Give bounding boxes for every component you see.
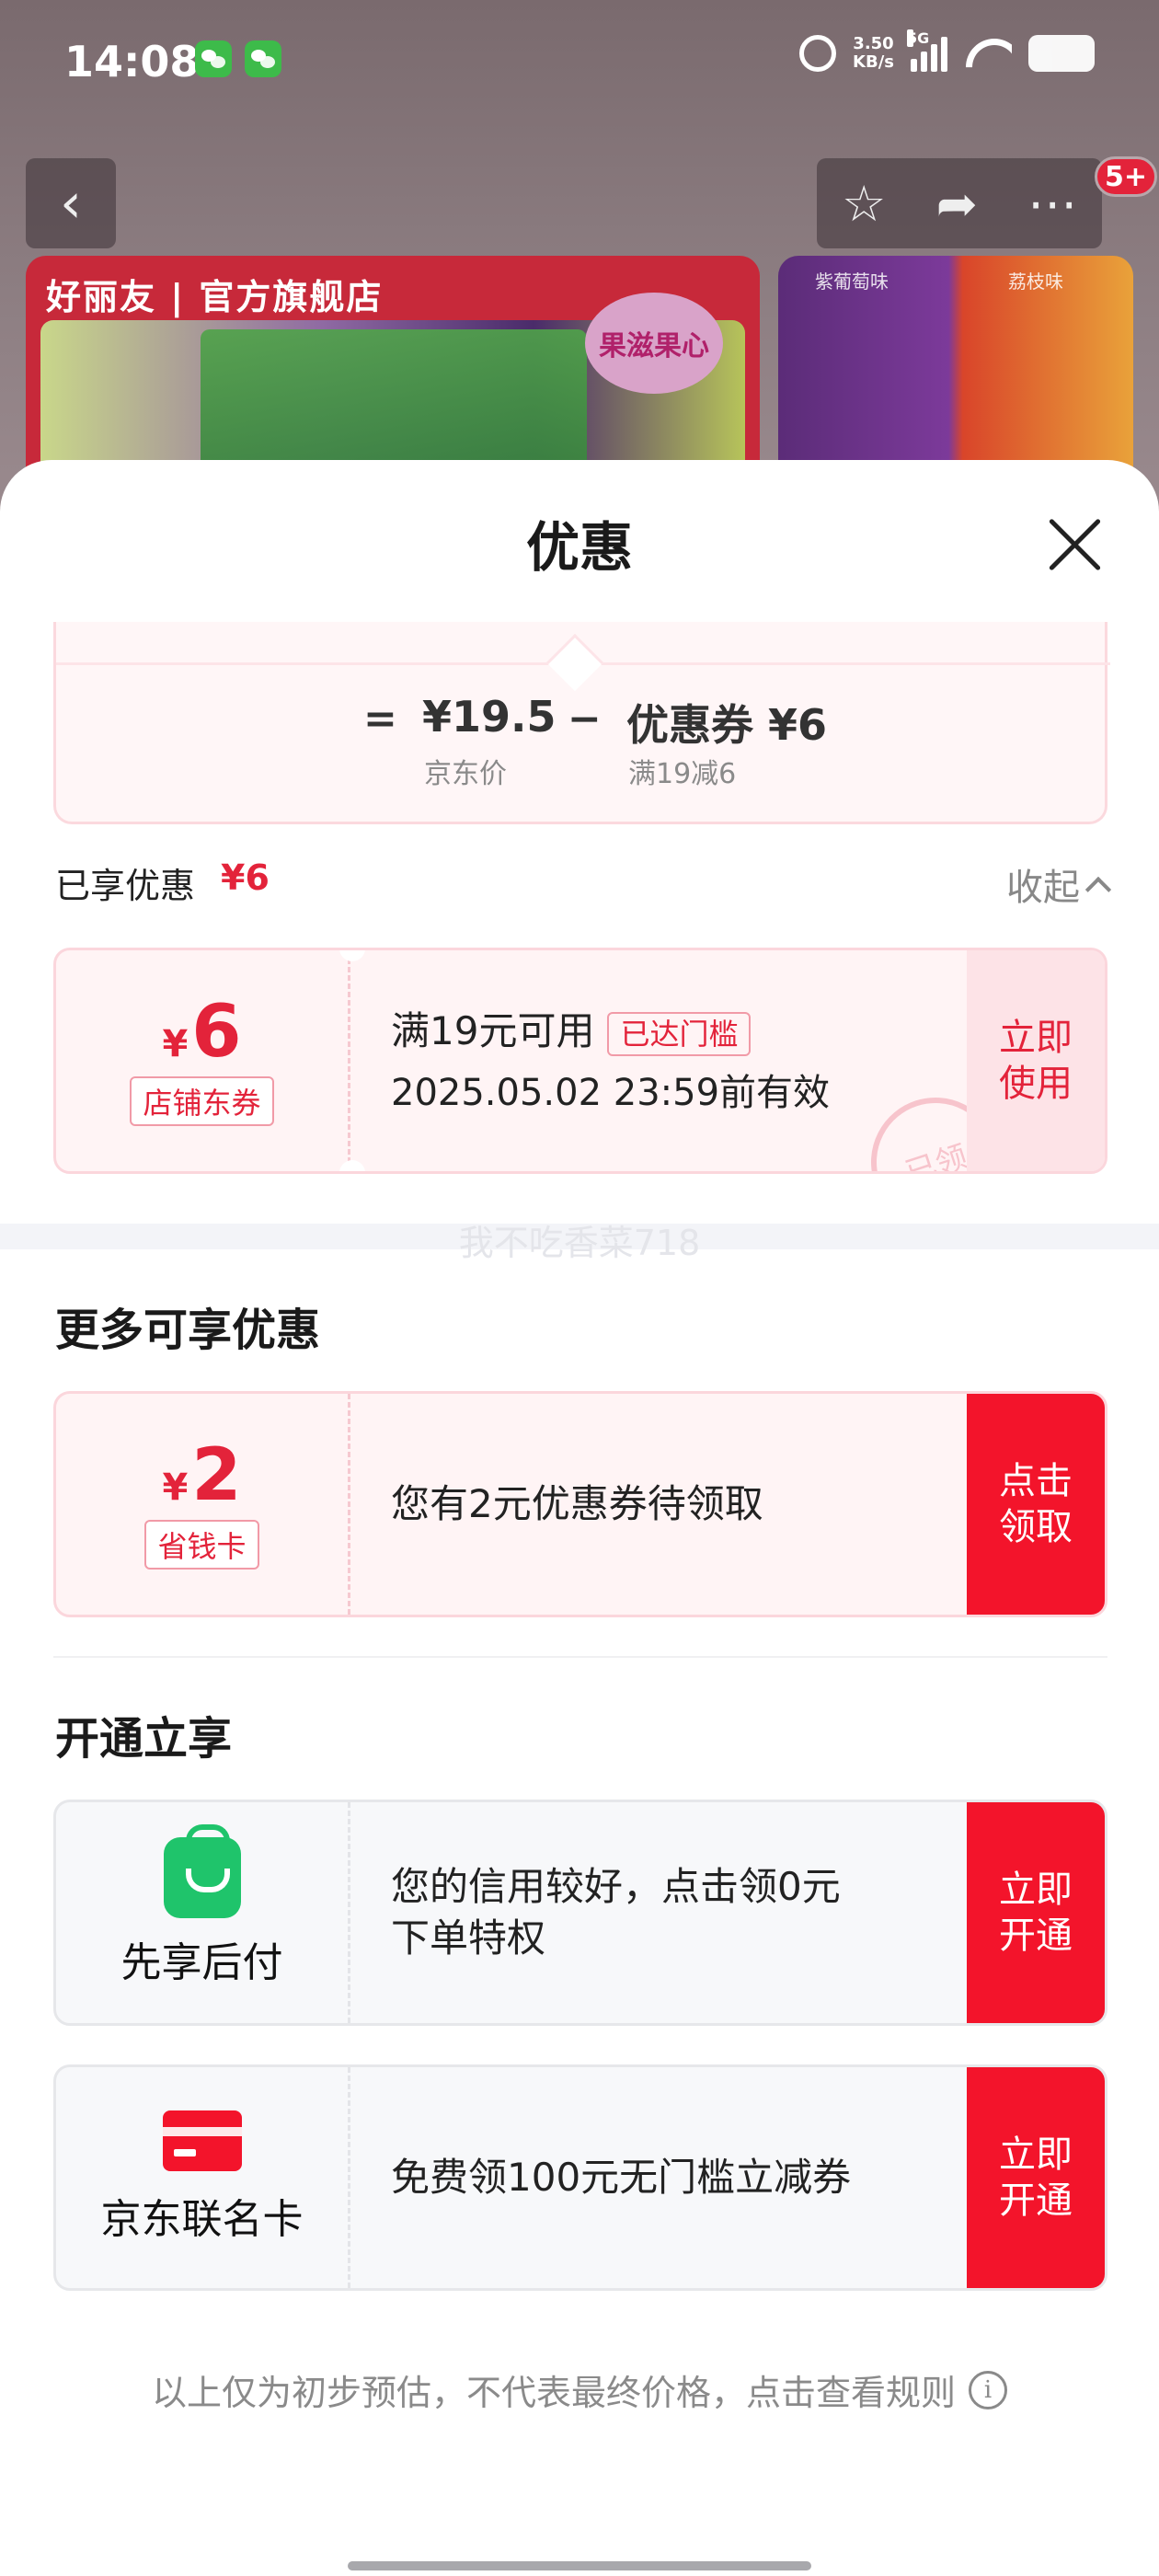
brand-name: 好丽友 | 官方旗舰店: [46, 277, 384, 317]
jd-price: ¥19.5: [422, 692, 557, 742]
coupon-condition: 满19减6: [628, 758, 737, 790]
status-bar: 14:08 3.50 KB/s 5G: [0, 0, 1159, 129]
store-coupon: ¥ 6 店铺东券 满19元可用 已达门槛 2025.05.02 23:59前有效 …: [53, 948, 1107, 1174]
benefit-details: 免费领100元无门槛立减券: [391, 2067, 851, 2288]
price-calculation: = ¥19.5 京东价 − 优惠券 ¥6 满19减6: [53, 622, 1110, 824]
info-icon: i: [969, 2370, 1007, 2409]
shopping-bag-icon: [163, 1824, 241, 1918]
coupon-type-tag: 店铺东券: [130, 1076, 274, 1126]
enjoyed-label: 已享优惠: [55, 866, 196, 906]
wechat-icon: [245, 40, 281, 77]
chevron-left-icon: ‹: [60, 171, 82, 236]
more-discounts-title: 更多可享优惠: [55, 1305, 321, 1356]
benefit-description: 您的信用较好，点击领0元 下单特权: [391, 1864, 841, 1961]
coupon-details: 您有2元优惠券待领取: [391, 1394, 763, 1615]
flavor-label: 紫葡萄味: [815, 270, 889, 293]
coupon-value: ¥ 6: [162, 991, 242, 1074]
benefit-description: 免费领100元无门槛立减券: [391, 2155, 852, 2200]
enjoyed-amount: ¥6: [221, 857, 270, 898]
coupon-value-block: ¥ 2 省钱卡: [56, 1394, 350, 1615]
minus-sign: −: [568, 696, 602, 742]
battery-icon: [1028, 35, 1095, 72]
benefit-icon-block: 先享后付: [56, 1802, 350, 2023]
wechat-icon: [195, 40, 232, 77]
nav-actions: ☆ ➦ ⋯: [817, 158, 1102, 248]
wifi-icon: [964, 35, 1012, 72]
coupon-validity: 2025.05.02 23:59前有效: [391, 1072, 831, 1114]
home-indicator[interactable]: [348, 2561, 811, 2570]
equals-sign: =: [363, 696, 397, 742]
savings-card-coupon: ¥ 2 省钱卡 您有2元优惠券待领取 点击 领取: [53, 1391, 1107, 1617]
benefit-icon-block: 京东联名卡: [56, 2067, 350, 2288]
rules-link[interactable]: 以上仅为初步预估，不代表最终价格，点击查看规则 i: [0, 2364, 1159, 2415]
message-badge: 5+: [1095, 156, 1158, 197]
back-button[interactable]: ‹: [26, 158, 116, 248]
coupon-description: 您有2元优惠券待领取: [391, 1481, 763, 1526]
jd-price-label: 京东价: [424, 758, 507, 790]
discount-sheet: 优惠 = ¥19.5 京东价 − 优惠券 ¥6 满19减6 已享优惠 ¥6 收起…: [0, 460, 1159, 2576]
network-speed: 3.50 KB/s: [853, 34, 894, 72]
coupon-type-tag: 省钱卡: [144, 1520, 259, 1570]
threshold-reached-tag: 已达门槛: [607, 1011, 752, 1056]
more-icon[interactable]: ⋯: [1027, 175, 1077, 233]
sheet-title: 优惠: [525, 516, 633, 579]
benefit-name: 先享后付: [120, 1939, 283, 1986]
pointer-notch: [545, 633, 604, 692]
claim-button[interactable]: 点击 领取: [967, 1394, 1105, 1615]
chevron-up-icon: [1084, 876, 1112, 903]
signal-icon: 5G: [907, 29, 947, 72]
coupon-condition: 满19元可用: [391, 1008, 595, 1053]
alarm-icon: [799, 35, 837, 72]
activate-cobrand-card-button[interactable]: 立即 开通: [967, 2067, 1105, 2288]
status-indicators: 3.50 KB/s 5G: [799, 29, 1095, 72]
open-benefits-title: 开通立享: [55, 1713, 233, 1765]
coupon-notch: [339, 1160, 365, 1171]
share-icon[interactable]: ➦: [936, 175, 978, 233]
close-icon[interactable]: [1045, 515, 1104, 574]
status-time: 14:08: [64, 37, 200, 86]
collapse-button[interactable]: 收起: [1006, 857, 1112, 911]
pay-later-card: 先享后付 您的信用较好，点击领0元 下单特权 立即 开通: [53, 1800, 1107, 2026]
disclaimer-text: 以上仅为初步预估，不代表最终价格，点击查看规则: [151, 2373, 956, 2413]
flavor-label: 荔枝味: [1008, 270, 1063, 293]
product-tag: 果滋果心: [585, 293, 723, 394]
cobrand-card: 京东联名卡 免费领100元无门槛立减券 立即 开通: [53, 2064, 1107, 2291]
watermark: 我不吃香菜718: [458, 1223, 701, 1263]
coupon-details: 满19元可用 已达门槛 2025.05.02 23:59前有效: [391, 950, 830, 1171]
benefit-details: 您的信用较好，点击领0元 下单特权: [391, 1802, 841, 2023]
activate-pay-later-button[interactable]: 立即 开通: [967, 1802, 1105, 2023]
product-page-background: 14:08 3.50 KB/s 5G ‹ ☆ ➦ ⋯ 5+ 好丽友 | 官方旗舰…: [0, 0, 1159, 532]
use-now-button[interactable]: 立即 使用: [967, 950, 1105, 1171]
coupon-value-block: ¥ 6 店铺东券: [56, 950, 350, 1171]
star-icon[interactable]: ☆: [842, 175, 886, 233]
coupon-value: ¥ 2: [162, 1434, 242, 1517]
coupon-amount: 优惠券 ¥6: [626, 700, 828, 750]
credit-card-icon: [162, 2110, 242, 2171]
divider: [53, 1656, 1107, 1658]
benefit-name: 京东联名卡: [100, 2196, 304, 2243]
